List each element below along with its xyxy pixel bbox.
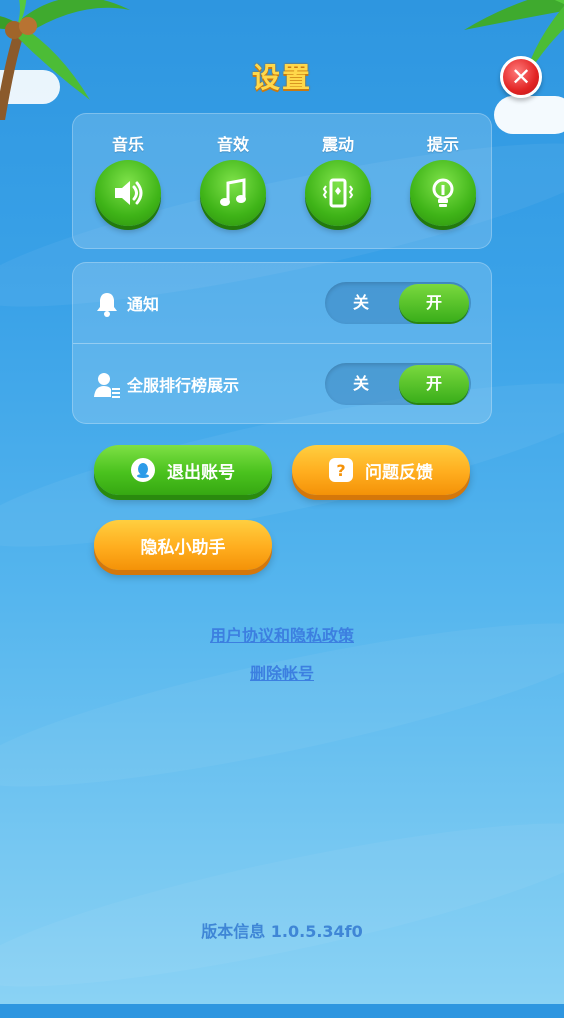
ranking-display-switch[interactable]: 关 开: [325, 363, 471, 405]
sound-effect-label: 音效: [216, 135, 249, 154]
feedback-button[interactable]: ? 问题反馈: [292, 445, 470, 495]
notification-label: 通知: [127, 295, 160, 314]
switch-on-option[interactable]: 开: [399, 284, 469, 322]
user-agreement-link[interactable]: 用户协议和隐私政策: [0, 622, 564, 646]
user-ranking-icon: [94, 373, 120, 398]
hint-toggle-button[interactable]: [410, 160, 476, 226]
vibration-label: 震动: [321, 135, 354, 154]
close-icon: ✕: [510, 63, 532, 91]
privacy-assistant-button[interactable]: 隐私小助手: [94, 520, 272, 570]
feedback-label: 问题反馈: [365, 462, 433, 483]
switch-off-option[interactable]: 关: [325, 363, 397, 405]
hint-control: 提示: [403, 134, 483, 226]
vibration-phone-icon: [322, 178, 354, 208]
bell-icon: [97, 293, 117, 317]
vibration-control: 震动: [298, 134, 378, 226]
qq-penguin-icon: [131, 458, 155, 482]
vibration-toggle-button[interactable]: [305, 160, 371, 226]
question-bubble-icon: ?: [329, 458, 353, 482]
music-label: 音乐: [111, 135, 144, 154]
toggle-settings-panel: 通知 关 开 全服排行榜展示 关 开: [72, 262, 492, 424]
audio-settings-panel: 音乐 音效 震动 提示: [72, 113, 492, 249]
logout-button[interactable]: 退出账号: [94, 445, 272, 495]
music-note-icon: [220, 178, 246, 206]
sound-effect-toggle-button[interactable]: [200, 160, 266, 226]
privacy-assistant-label: 隐私小助手: [140, 537, 226, 558]
ranking-display-label: 全服排行榜展示: [127, 376, 240, 395]
notification-switch[interactable]: 关 开: [325, 282, 471, 324]
logout-label: 退出账号: [167, 462, 235, 483]
cloud-right: [494, 96, 564, 134]
close-button[interactable]: ✕: [500, 56, 542, 98]
music-toggle-button[interactable]: [95, 160, 161, 226]
music-control: 音乐: [88, 134, 168, 226]
version-info: 版本信息 1.0.5.34f0: [201, 922, 363, 941]
ranking-display-row: 全服排行榜展示 关 开: [73, 344, 491, 424]
switch-off-option[interactable]: 关: [325, 282, 397, 324]
hint-label: 提示: [426, 135, 459, 154]
sound-effect-control: 音效: [193, 134, 273, 226]
water-wave: [0, 792, 564, 1018]
page-title: 设置: [251, 61, 312, 94]
speaker-icon: [115, 181, 143, 205]
notification-row: 通知 关 开: [73, 263, 491, 344]
delete-account-link[interactable]: 删除帐号: [0, 660, 564, 684]
switch-on-option[interactable]: 开: [399, 365, 469, 403]
lightbulb-icon: [432, 178, 454, 207]
